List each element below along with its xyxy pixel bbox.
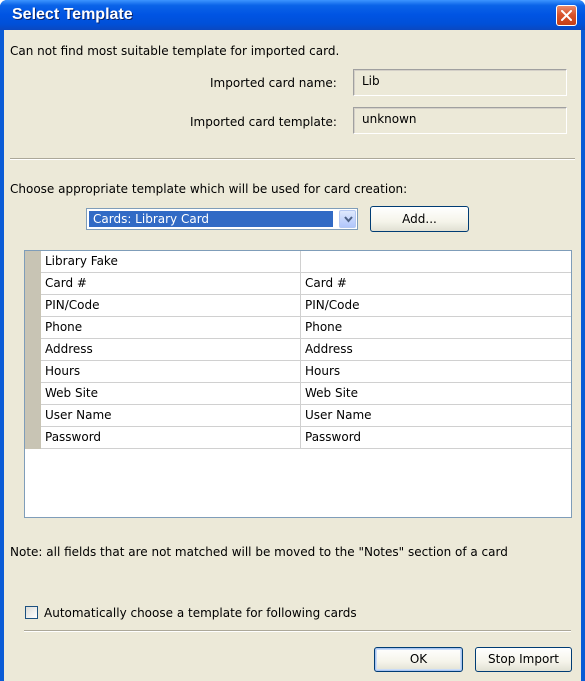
imported-field-cell[interactable]: Web Site xyxy=(301,383,571,405)
imported-template-field: unknown xyxy=(353,107,567,134)
note-text: Note: all fields that are not matched wi… xyxy=(10,545,508,559)
imported-field-cell[interactable]: Card # xyxy=(301,273,571,295)
table-row[interactable]: Address Address xyxy=(25,339,571,361)
row-header xyxy=(25,383,41,405)
table-row[interactable]: Web Site Web Site xyxy=(25,383,571,405)
auto-choose-label[interactable]: Automatically choose a template for foll… xyxy=(44,606,357,620)
imported-field-cell[interactable] xyxy=(301,251,571,273)
table-row[interactable]: Hours Hours xyxy=(25,361,571,383)
imported-template-value: unknown xyxy=(362,112,417,126)
title-bar[interactable]: Select Template xyxy=(0,0,585,30)
info-message: Can not find most suitable template for … xyxy=(10,44,340,58)
template-field-cell[interactable]: Address xyxy=(41,339,301,361)
table-row[interactable]: PIN/Code PIN/Code xyxy=(25,295,571,317)
imported-field-cell[interactable]: User Name xyxy=(301,405,571,427)
imported-field-cell[interactable]: Phone xyxy=(301,317,571,339)
table-row[interactable]: Library Fake xyxy=(25,251,571,273)
dialog-body: Can not find most suitable template for … xyxy=(4,30,581,681)
imported-field-cell[interactable]: Address xyxy=(301,339,571,361)
row-header xyxy=(25,251,41,273)
row-header xyxy=(25,361,41,383)
stop-import-button[interactable]: Stop Import xyxy=(475,647,572,672)
table-row[interactable]: Phone Phone xyxy=(25,317,571,339)
imported-field-cell[interactable]: Password xyxy=(301,427,571,449)
row-header xyxy=(25,295,41,317)
template-field-cell[interactable]: User Name xyxy=(41,405,301,427)
row-header xyxy=(25,405,41,427)
choose-template-label: Choose appropriate template which will b… xyxy=(10,182,408,196)
imported-field-cell[interactable]: Hours xyxy=(301,361,571,383)
ok-button[interactable]: OK xyxy=(374,647,463,672)
table-row[interactable]: User Name User Name xyxy=(25,405,571,427)
template-field-cell[interactable]: Phone xyxy=(41,317,301,339)
add-button[interactable]: Add... xyxy=(370,206,469,232)
table-row[interactable]: Password Password xyxy=(25,427,571,449)
imported-field-cell[interactable]: PIN/Code xyxy=(301,295,571,317)
imported-name-label: Imported card name: xyxy=(210,76,337,90)
separator xyxy=(10,158,575,160)
template-field-cell[interactable]: Hours xyxy=(41,361,301,383)
row-header xyxy=(25,273,41,295)
template-field-cell[interactable]: Web Site xyxy=(41,383,301,405)
dropdown-button[interactable] xyxy=(339,210,356,228)
template-field-cell[interactable]: PIN/Code xyxy=(41,295,301,317)
imported-template-label: Imported card template: xyxy=(190,115,337,129)
imported-name-field: Lib xyxy=(353,69,567,96)
close-button[interactable] xyxy=(556,5,577,26)
template-field-cell[interactable]: Library Fake xyxy=(41,251,301,273)
bottom-separator xyxy=(24,630,571,632)
table-row[interactable]: Card # Card # xyxy=(25,273,571,295)
template-field-cell[interactable]: Password xyxy=(41,427,301,449)
auto-choose-checkbox[interactable] xyxy=(25,606,38,619)
chevron-down-icon xyxy=(344,216,353,223)
row-header xyxy=(25,339,41,361)
dialog-window: Select Template Can not find most suitab… xyxy=(0,0,585,681)
row-header xyxy=(25,427,41,449)
imported-name-value: Lib xyxy=(362,74,380,88)
close-icon xyxy=(561,10,572,21)
template-dropdown-value: Cards: Library Card xyxy=(89,211,333,227)
row-header xyxy=(25,317,41,339)
template-dropdown[interactable]: Cards: Library Card xyxy=(86,208,358,230)
field-mapping-grid[interactable]: Library Fake Card # Card # PIN/Code PIN/… xyxy=(24,250,572,518)
template-field-cell[interactable]: Card # xyxy=(41,273,301,295)
window-title: Select Template xyxy=(12,6,133,23)
